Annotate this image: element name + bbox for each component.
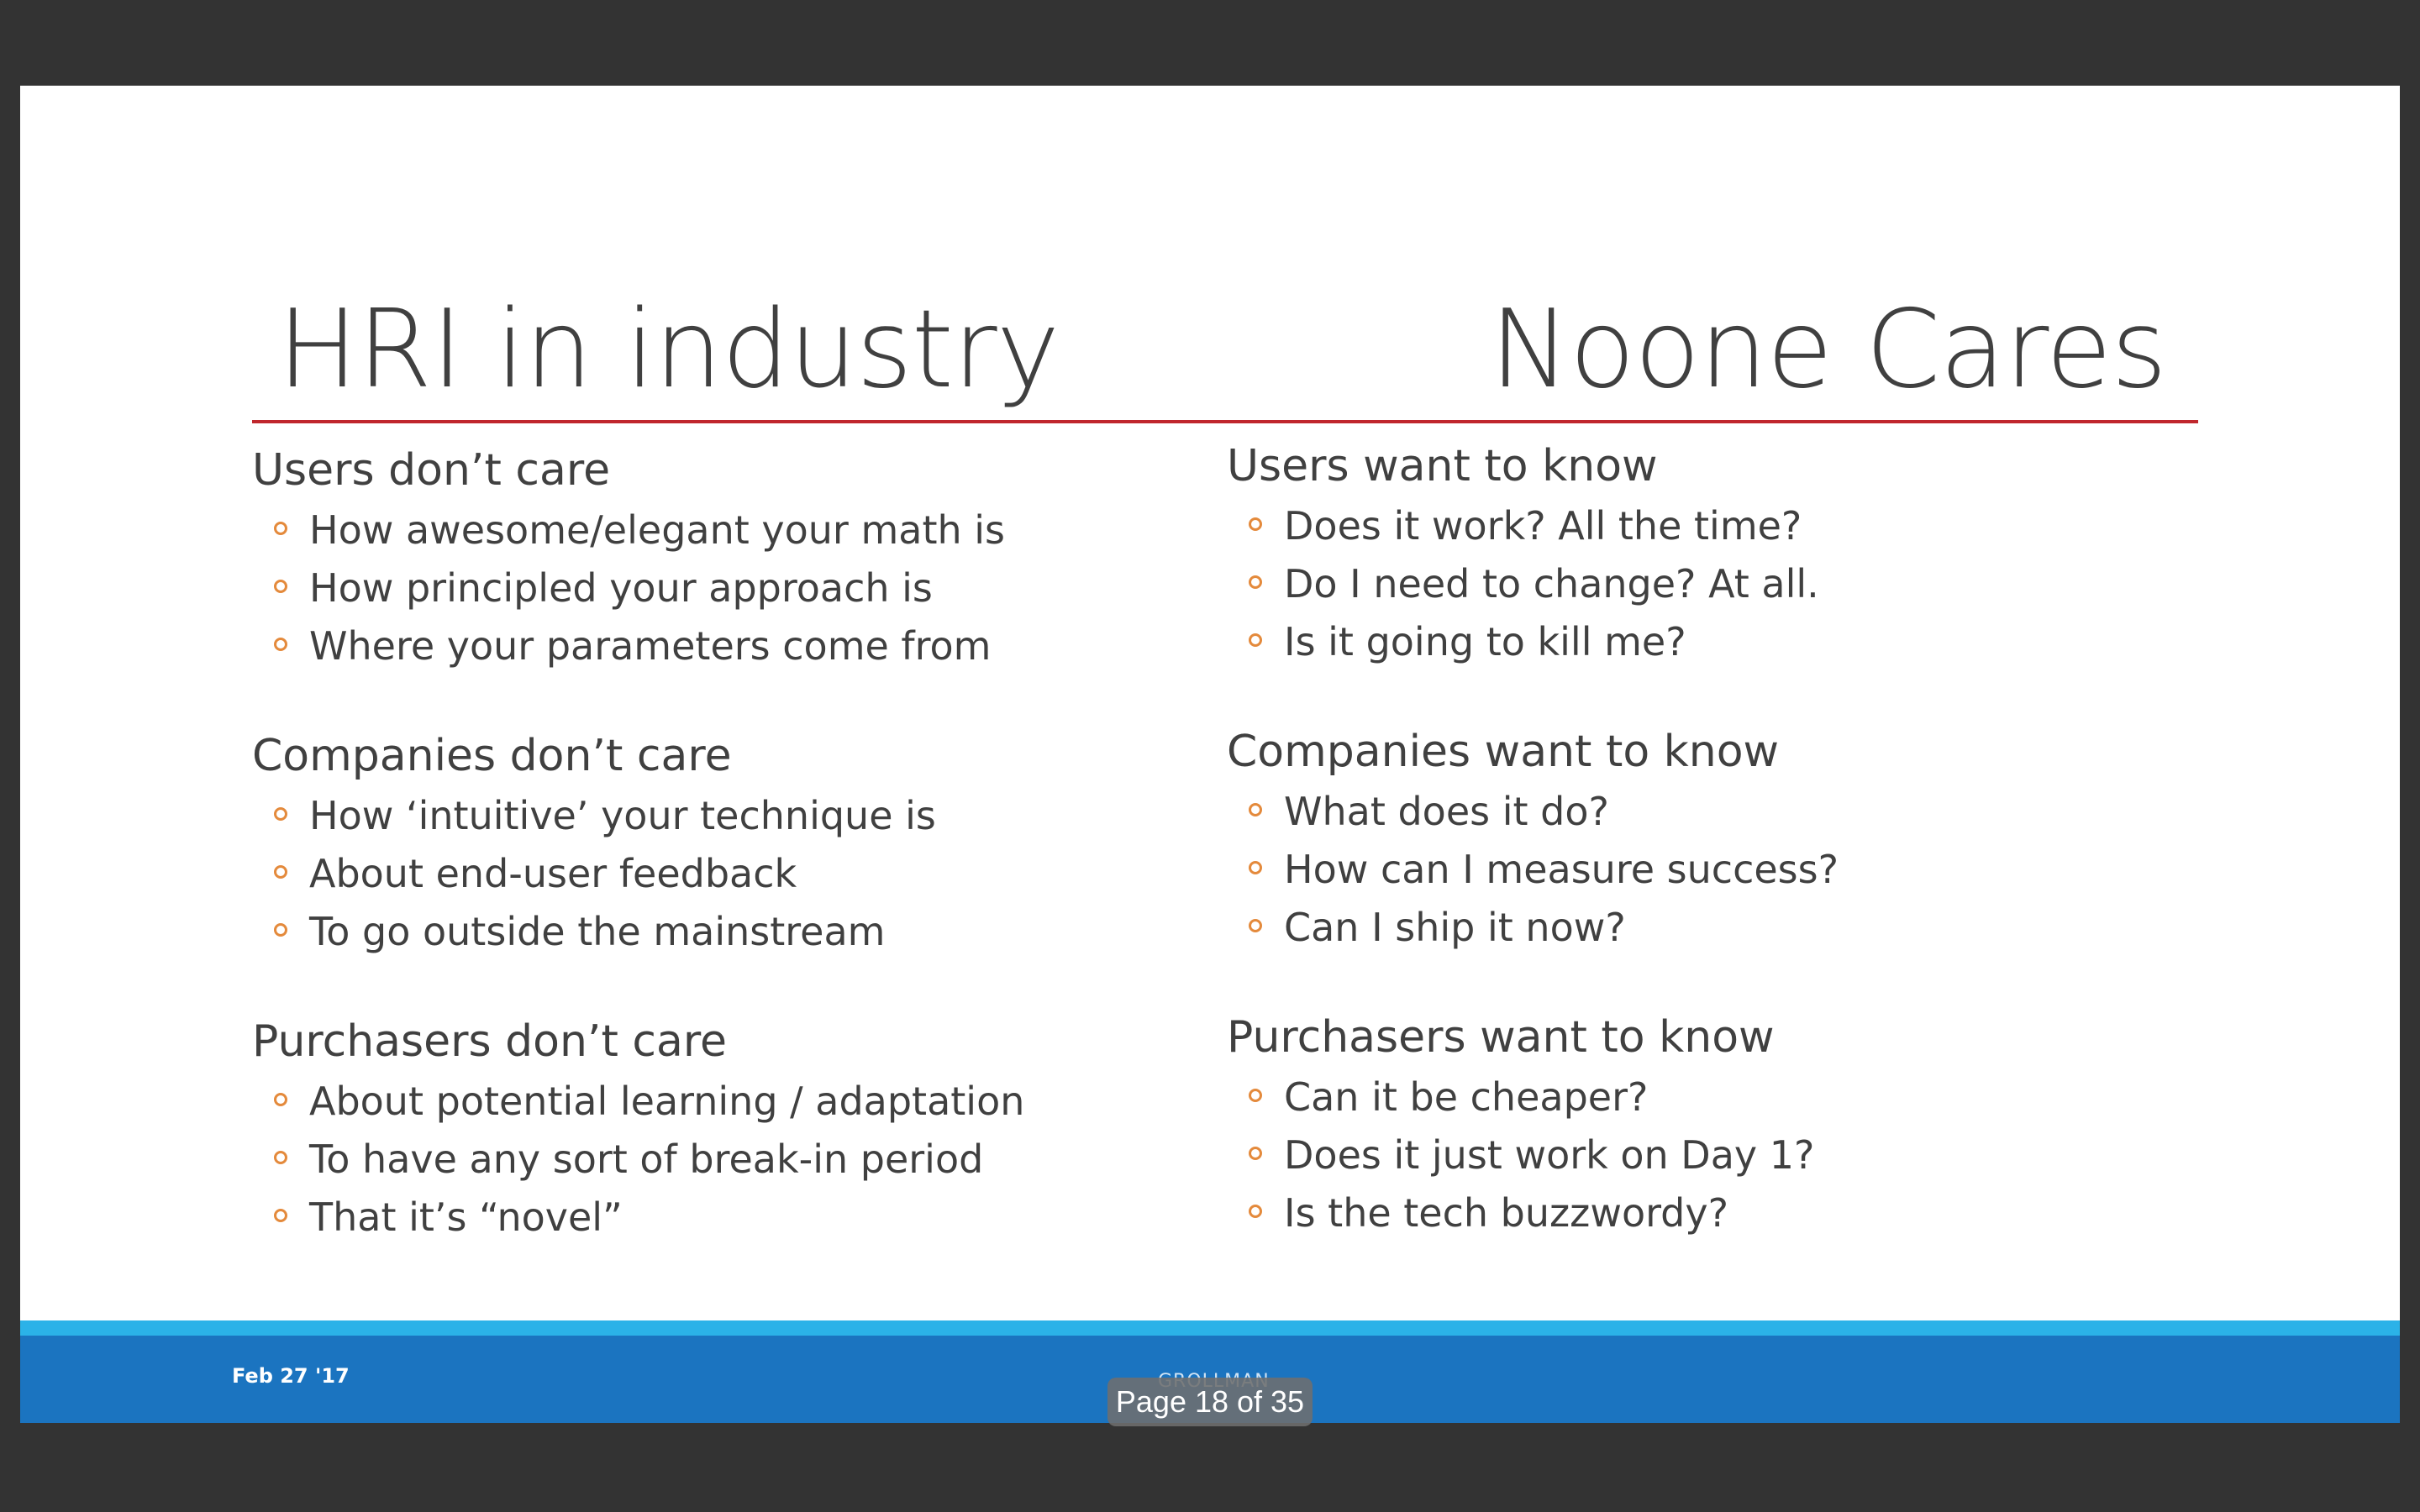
- bullet-item: Can it be cheaper?: [1227, 1068, 2193, 1126]
- bullet-text: To have any sort of break-in period: [309, 1137, 984, 1182]
- bullet-circle-icon: [1249, 861, 1262, 874]
- bullet-item: Can I ship it now?: [1227, 899, 2193, 957]
- bullet-text: What does it do?: [1284, 789, 1609, 834]
- bullet-group: Users want to know Does it work? All the…: [1227, 438, 2193, 694]
- bullet-circle-icon: [1249, 633, 1262, 647]
- bullet-text: Can it be cheaper?: [1284, 1074, 1649, 1120]
- bullet-group: Users don’t care How awesome/elegant you…: [252, 443, 1218, 698]
- bullet-circle-icon: [274, 1209, 287, 1222]
- bullet-circle-icon: [274, 638, 287, 651]
- bullet-text: About end-user feedback: [309, 851, 797, 896]
- bullet-item: Does it just work on Day 1?: [1227, 1126, 2193, 1184]
- slide: HRI in industry Noone Cares Users don’t …: [20, 86, 2400, 1423]
- bullet-item: To go outside the mainstream: [252, 903, 1218, 961]
- bullet-circle-icon: [274, 923, 287, 937]
- group-heading: Users don’t care: [252, 445, 611, 496]
- bullet-text: Does it work? All the time?: [1284, 503, 1802, 549]
- bullet-text: How principled your approach is: [309, 565, 933, 611]
- bullet-circle-icon: [274, 522, 287, 535]
- right-column: Users want to know Does it work? All the…: [1227, 438, 2193, 1295]
- bullet-item: How can I measure success?: [1227, 841, 2193, 899]
- bullet-text: That it’s “novel”: [309, 1194, 623, 1240]
- bullet-group: Companies want to know What does it do? …: [1227, 724, 2193, 979]
- bullet-text: About potential learning / adaptation: [309, 1079, 1025, 1124]
- bullet-text: How ‘intuitive’ your technique is: [309, 793, 936, 838]
- bullet-circle-icon: [1249, 803, 1262, 816]
- bullet-text: How awesome/elegant your math is: [309, 507, 1005, 553]
- group-heading: Users want to know: [1227, 441, 1658, 491]
- bullet-item: Is the tech buzzwordy?: [1227, 1184, 2193, 1242]
- footer-date: Feb 27 '17: [232, 1364, 350, 1388]
- bullet-text: Can I ship it now?: [1284, 905, 1626, 950]
- bullet-item: Where your parameters come from: [252, 617, 1218, 675]
- bullet-item: What does it do?: [1227, 783, 2193, 841]
- page-indicator: Page 18 of 35: [1107, 1378, 1313, 1426]
- document-viewer: HRI in industry Noone Cares Users don’t …: [0, 0, 2420, 1512]
- bullet-circle-icon: [1249, 1147, 1262, 1160]
- bullet-text: Do I need to change? At all.: [1284, 561, 1819, 606]
- bullet-group: Companies don’t care How ‘intuitive’ you…: [252, 728, 1218, 984]
- bullet-item: To have any sort of break-in period: [252, 1131, 1218, 1189]
- bullet-text: Where your parameters come from: [309, 623, 992, 669]
- bullet-circle-icon: [274, 580, 287, 593]
- group-heading: Purchasers want to know: [1227, 1012, 1775, 1063]
- bullet-circle-icon: [274, 1093, 287, 1106]
- bullet-item: About end-user feedback: [252, 845, 1218, 903]
- bullet-circle-icon: [274, 807, 287, 821]
- bullet-circle-icon: [1249, 1089, 1262, 1102]
- bullet-circle-icon: [1249, 575, 1262, 589]
- bullet-item: Is it going to kill me?: [1227, 613, 2193, 671]
- bullet-item: How awesome/elegant your math is: [252, 501, 1218, 559]
- bullet-text: To go outside the mainstream: [309, 909, 886, 954]
- bullet-circle-icon: [1249, 919, 1262, 932]
- bullet-group: Purchasers don’t care About potential le…: [252, 1014, 1218, 1269]
- bullet-item: How ‘intuitive’ your technique is: [252, 787, 1218, 845]
- bullet-text: How can I measure success?: [1284, 847, 1839, 892]
- title-divider: [252, 420, 2198, 423]
- bullet-group: Purchasers want to know Can it be cheape…: [1227, 1010, 2193, 1265]
- bullet-item: Does it work? All the time?: [1227, 497, 2193, 555]
- bullet-item: That it’s “novel”: [252, 1189, 1218, 1247]
- footer-accent-bar: [20, 1320, 2400, 1336]
- group-heading: Companies want to know: [1227, 727, 1780, 777]
- bullet-circle-icon: [274, 1151, 287, 1164]
- bullet-text: Does it just work on Day 1?: [1284, 1132, 1815, 1178]
- left-column: Users don’t care How awesome/elegant you…: [252, 443, 1218, 1299]
- group-heading: Purchasers don’t care: [252, 1016, 728, 1067]
- bullet-text: Is it going to kill me?: [1284, 619, 1686, 664]
- bullet-item: About potential learning / adaptation: [252, 1073, 1218, 1131]
- slide-title-right: Noone Cares: [1490, 287, 2167, 412]
- bullet-item: Do I need to change? At all.: [1227, 555, 2193, 613]
- bullet-circle-icon: [1249, 517, 1262, 531]
- bullet-text: Is the tech buzzwordy?: [1284, 1190, 1729, 1236]
- bullet-circle-icon: [1249, 1205, 1262, 1218]
- bullet-item: How principled your approach is: [252, 559, 1218, 617]
- bullet-circle-icon: [274, 865, 287, 879]
- group-heading: Companies don’t care: [252, 731, 732, 781]
- slide-title-left: HRI in industry: [277, 287, 1060, 412]
